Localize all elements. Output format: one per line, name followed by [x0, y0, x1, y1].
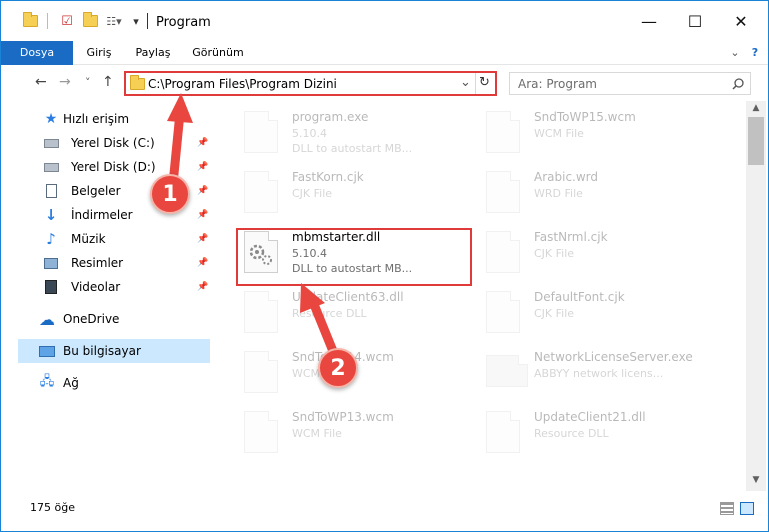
step-1-badge: 1	[150, 174, 190, 214]
annotation-arrows	[167, 93, 342, 363]
arrow-1-head	[167, 93, 193, 123]
step-2-badge: 2	[318, 348, 358, 388]
explorer-window: ☑ ☷▾ ▾ Program — ☐ ✕ Dosya Giriş Paylaş …	[0, 0, 769, 532]
